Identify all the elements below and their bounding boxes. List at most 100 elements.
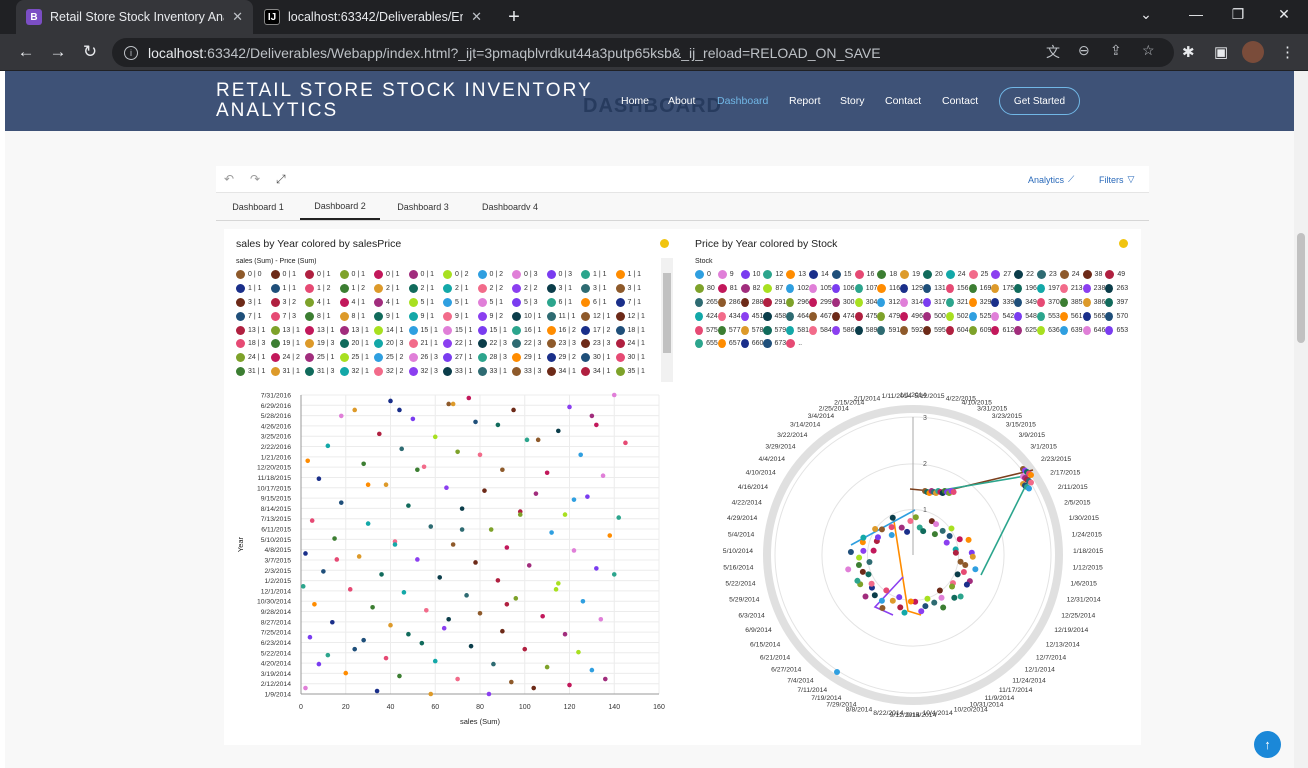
data-point[interactable] [544,664,550,670]
legend-item[interactable]: 24 | 1 [615,337,651,351]
data-point[interactable] [428,524,434,529]
legend-item[interactable]: 131 [922,282,946,296]
legend-item[interactable]: 22 | 1 [443,337,478,351]
legend-item[interactable]: 2 | 1 [374,282,409,296]
forward-icon[interactable]: → [46,42,70,62]
data-point[interactable] [441,625,447,631]
page-scrollbar[interactable] [1294,71,1308,768]
legend-item[interactable]: 13 [786,268,809,282]
data-point[interactable] [410,416,416,422]
legend-item[interactable]: 14 [808,268,832,282]
data-point[interactable] [511,407,516,413]
data-point[interactable] [338,500,344,505]
data-point[interactable] [856,554,863,561]
legend-item[interactable]: 3 | 1 [615,282,651,296]
legend-item[interactable]: 34 | 1 [581,365,616,378]
legend-item[interactable]: 385 [1059,296,1083,310]
data-point[interactable] [901,609,908,616]
data-point[interactable] [888,532,895,539]
legend-item[interactable]: 12 [763,268,786,282]
legend-item[interactable]: 169 [968,282,991,296]
warning-icon[interactable] [1119,239,1128,248]
data-point[interactable] [603,676,608,682]
menu-kebab-icon[interactable]: ⋮ [1280,43,1295,61]
data-point[interactable] [594,566,599,571]
data-point[interactable] [477,452,483,458]
data-point[interactable] [918,608,925,615]
data-point[interactable] [957,558,964,565]
legend-item[interactable]: 386 [1082,296,1105,310]
legend-item[interactable]: 424 [695,309,718,323]
legend-item[interactable]: 329 [968,296,991,310]
data-point[interactable] [459,527,465,532]
data-point[interactable] [444,485,449,490]
legend-item[interactable]: 9 | 1 [443,309,478,323]
data-point[interactable] [924,595,931,602]
data-point[interactable] [388,622,393,628]
data-point[interactable] [361,461,366,467]
legend-item[interactable]: 312 [877,296,900,310]
extensions-icon[interactable]: ✱ [1182,43,1195,61]
legend-item[interactable]: 27 [991,268,1014,282]
legend-item[interactable]: 653 [1105,323,1128,337]
legend-item[interactable]: 33 | 3 [512,365,547,378]
legend-item[interactable]: 12 | 1 [581,309,616,323]
expand-icon[interactable]: ⤢ [276,172,286,187]
legend-item[interactable]: 25 | 1 [305,351,340,365]
legend-item[interactable]: 570 [1105,309,1128,323]
legend-item[interactable]: 8 | 1 [339,309,375,323]
data-point[interactable] [600,473,606,479]
data-point[interactable] [473,560,478,565]
nav-dashboard[interactable]: Dashboard [717,95,768,107]
data-point[interactable] [325,443,331,449]
data-point[interactable] [303,685,308,691]
legend-item[interactable]: 27 | 1 [443,351,478,365]
data-point[interactable] [865,571,872,578]
legend-item[interactable]: 2 | 1 [443,282,478,296]
data-point[interactable] [370,604,375,610]
data-point[interactable] [965,536,972,543]
legend-item[interactable]: 304 [854,296,877,310]
data-point[interactable] [309,518,315,523]
legend-item[interactable]: 106 [831,282,855,296]
warning-icon[interactable] [660,239,669,248]
legend-item[interactable]: 2 | 2 [512,282,547,296]
legend-item[interactable]: 673 [763,337,786,351]
legend-item[interactable]: 12 | 1 [615,309,651,323]
legend-item[interactable]: 17 | 2 [581,323,616,337]
legend-item[interactable]: 3 | 1 [546,282,582,296]
legend-item[interactable]: 286 [717,296,741,310]
browser-tab-retail[interactable]: B Retail Store Stock Inventory Analy ✕ [16,0,253,34]
legend-item[interactable]: 34 | 1 [546,365,582,378]
legend-item[interactable]: 609 [968,323,991,337]
legend-item[interactable]: 31 | 1 [236,365,271,378]
legend-item[interactable]: 213 [1059,282,1083,296]
legend-item[interactable]: 595 [922,323,946,337]
legend-item[interactable]: 21 | 1 [408,337,444,351]
data-point[interactable] [513,596,519,601]
data-point[interactable] [432,434,438,440]
nav-home[interactable]: Home [621,95,649,107]
legend-item[interactable]: 296 [786,296,809,310]
legend-item[interactable]: 575 [695,323,718,337]
data-point[interactable] [352,407,357,413]
legend-item[interactable]: 496 [900,309,923,323]
data-point[interactable] [495,578,501,583]
data-point[interactable] [338,413,344,419]
legend-item[interactable]: 5 | 1 [443,296,478,310]
data-point[interactable] [616,515,622,520]
data-series-line[interactable] [909,469,1034,493]
legend-item[interactable]: 321 [945,296,969,310]
legend-item[interactable]: 32 | 2 [374,365,409,378]
data-point[interactable] [524,437,530,443]
legend-scroll-thumb[interactable] [663,273,671,353]
legend-item[interactable]: 25 [968,268,992,282]
data-point[interactable] [332,536,337,541]
data-point[interactable] [446,401,451,407]
data-point[interactable] [956,536,963,543]
data-point[interactable] [392,542,398,547]
data-point[interactable] [939,527,946,534]
legend-item[interactable]: 20 | 3 [374,337,409,351]
legend-item[interactable]: 32 | 1 [339,365,375,378]
data-point[interactable] [580,599,586,604]
